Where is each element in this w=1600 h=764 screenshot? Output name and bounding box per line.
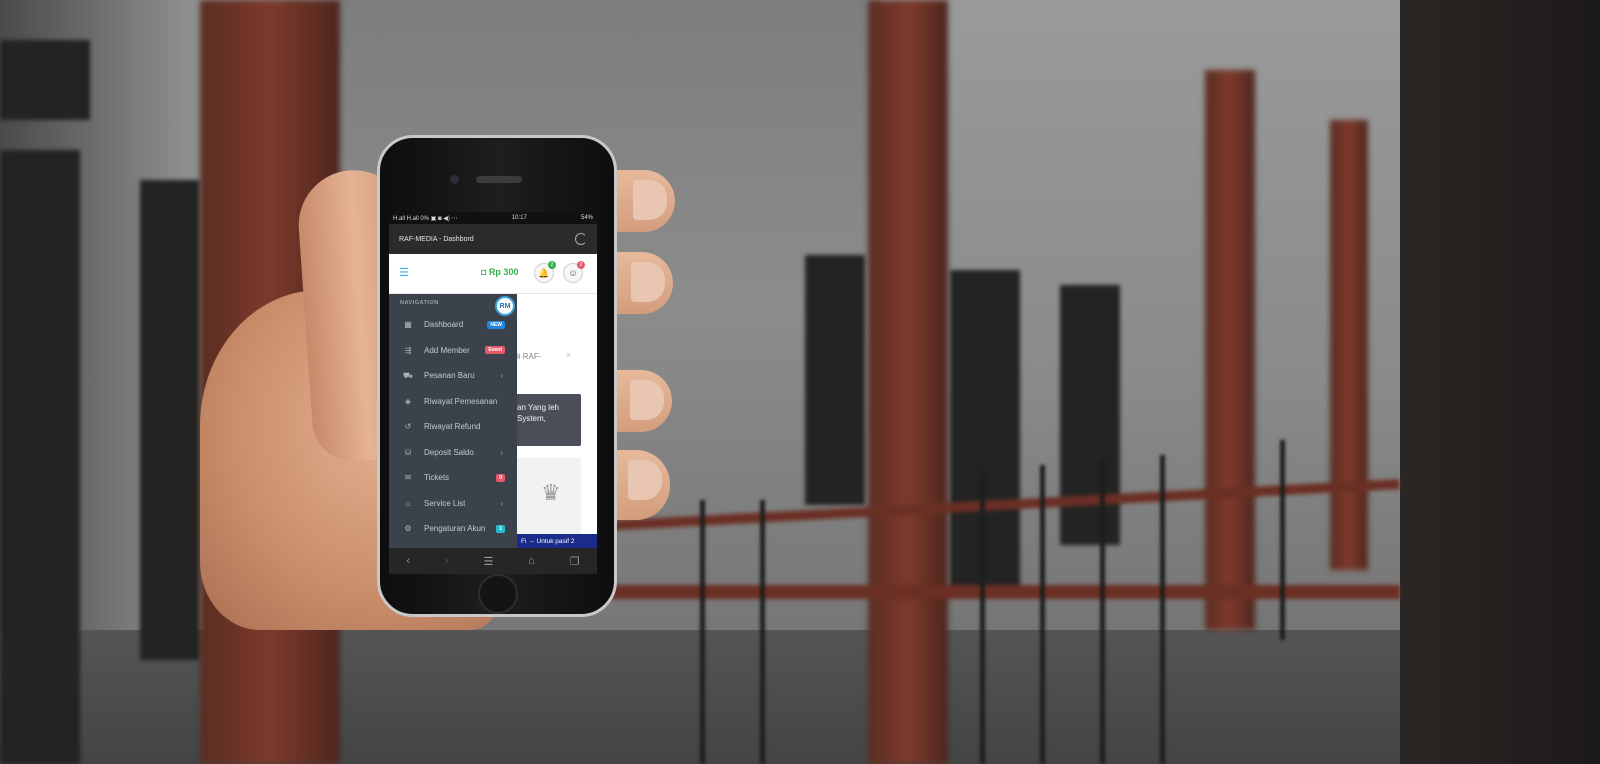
browser-page-title: RAF-MEDIA - Dashbord [399,235,474,243]
info-box-text: an Yang leh System, [517,403,559,423]
alert-text: Di RAF- [513,352,542,361]
nav-item-add-member[interactable]: ⇶ Add Member Event [389,338,517,364]
cart-icon: ⛟ [402,370,414,380]
status-bar-indicators: H.all H.all 0% ▣ ◙ ◀) ⋯ [393,215,458,222]
background-railing-bar [1280,440,1285,640]
nav-item-label: Dashboard [424,320,464,330]
background-door [140,180,200,660]
nav-item-label: Riwayat Refund [424,422,481,432]
nav-item-label: Tickets [424,473,450,483]
nav-item-dashboard[interactable]: ▦ Dashboard NEW [389,312,517,338]
nav-item-service-list[interactable]: ⌂ Service List › [389,491,517,517]
news-ticker: Fi → Untuk pasif 2 [517,534,597,548]
background-railing-bar [760,500,765,764]
add-member-icon: ⇶ [404,345,412,355]
nav-item-label: Deposit Saldo [424,447,474,457]
browser-bottom-bar: ‹ › ☰ ⌂ ❐ [389,548,597,574]
nav-item-label: Pengaturan Akun [424,524,486,534]
balance-amount: Rp 300 [488,267,519,277]
background-window [0,40,90,120]
coins-icon: ⛁ [404,447,412,457]
nav-item-label: Service List [424,498,466,508]
background-door [805,255,865,505]
envelope-icon: ✉ [404,473,412,483]
chevron-right-icon: › [500,447,503,457]
status-bar-battery: 54% [580,215,593,221]
nav-item-label: Add Member [424,345,470,355]
nav-item-label: Pesanan Baru [424,371,475,381]
background-dark-column [1400,0,1600,764]
nav-item-riwayat-refund[interactable]: ↺ Riwayat Refund [389,414,517,440]
bell-icon: 🔔 [538,267,550,278]
nav-item-pengaturan-akun[interactable]: ⚙ Pengaturan Akun 1 [389,516,517,542]
status-bar-time: 10:17 [511,215,527,221]
tabs-icon[interactable]: ❐ [570,555,580,568]
fingernail [630,380,664,420]
earpiece-speaker [476,176,522,183]
notification-count-badge: 2 [548,261,556,269]
chevron-right-icon: › [500,498,503,508]
profile-count-badge: 2 [577,261,585,269]
background-railing-bar [700,500,705,764]
home-icon[interactable]: ⌂ [528,555,535,567]
hamburger-menu-icon[interactable]: ☰ [399,268,411,279]
notification-button[interactable]: 🔔 2 [534,261,556,283]
navigation-drawer: NAVIGATION RM ▦ Dashboard NEW ⇶ Add Memb… [389,294,517,548]
nav-item-tickets[interactable]: ✉ Tickets 0 [389,465,517,491]
profile-button[interactable]: ☺ 2 [563,261,585,283]
event-badge: Event [485,346,505,355]
fingernail [631,262,665,302]
phone-screen: H.all H.all 0% ▣ ◙ ◀) ⋯ 10:17 54% RAF-ME… [389,212,597,574]
new-badge: NEW [487,320,505,329]
forward-icon[interactable]: › [445,555,449,567]
bank-icon: ⌂ [405,498,411,508]
nav-item-pesanan-baru[interactable]: ⛟ Pesanan Baru › [389,363,517,389]
browser-title-bar: RAF-MEDIA - Dashbord [389,224,597,254]
chevron-right-icon: › [500,371,503,381]
front-camera [450,175,459,184]
balance-display: ◘ Rp 300 [481,267,518,277]
background-railing-bar [1100,460,1105,764]
layers-icon: ◈ [404,396,412,406]
history-icon: ↺ [404,422,412,432]
settings-count-badge: 1 [496,524,505,533]
nav-item-label: Riwayat Pemesanan [424,396,498,406]
smartphone: H.all H.all 0% ▣ ◙ ◀) ⋯ 10:17 54% RAF-ME… [377,135,617,617]
background-pillar [868,0,948,764]
fingernail [633,180,667,220]
background-railing-bar [980,470,985,764]
close-icon[interactable]: × [566,350,571,360]
app-header: ☰ ◘ Rp 300 🔔 2 ☺ 2 [389,254,597,294]
avatar: ☺ [568,268,578,278]
background-door [950,270,1020,590]
dashboard-icon: ▦ [404,320,412,330]
wallet-icon: ◘ [481,267,489,277]
back-icon[interactable]: ‹ [406,555,410,567]
background-railing-bar [1160,455,1165,764]
crown-icon: ♛ [541,480,561,505]
reload-icon[interactable] [575,233,587,245]
nav-item-deposit-saldo[interactable]: ⛁ Deposit Saldo › [389,440,517,466]
background-pillar [1330,120,1368,570]
background-pillar [1205,70,1255,630]
status-bar: H.all H.all 0% ▣ ◙ ◀) ⋯ 10:17 54% [389,212,597,224]
fingernail [628,460,662,500]
user-settings-icon: ⚙ [404,524,412,534]
tickets-count-badge: 0 [496,473,505,482]
background-door [0,150,80,764]
nav-item-riwayat-pemesanan[interactable]: ◈ Riwayat Pemesanan [389,389,517,415]
background-railing-bar [1040,465,1045,764]
menu-icon[interactable]: ☰ [483,555,493,568]
home-button[interactable] [478,574,518,614]
